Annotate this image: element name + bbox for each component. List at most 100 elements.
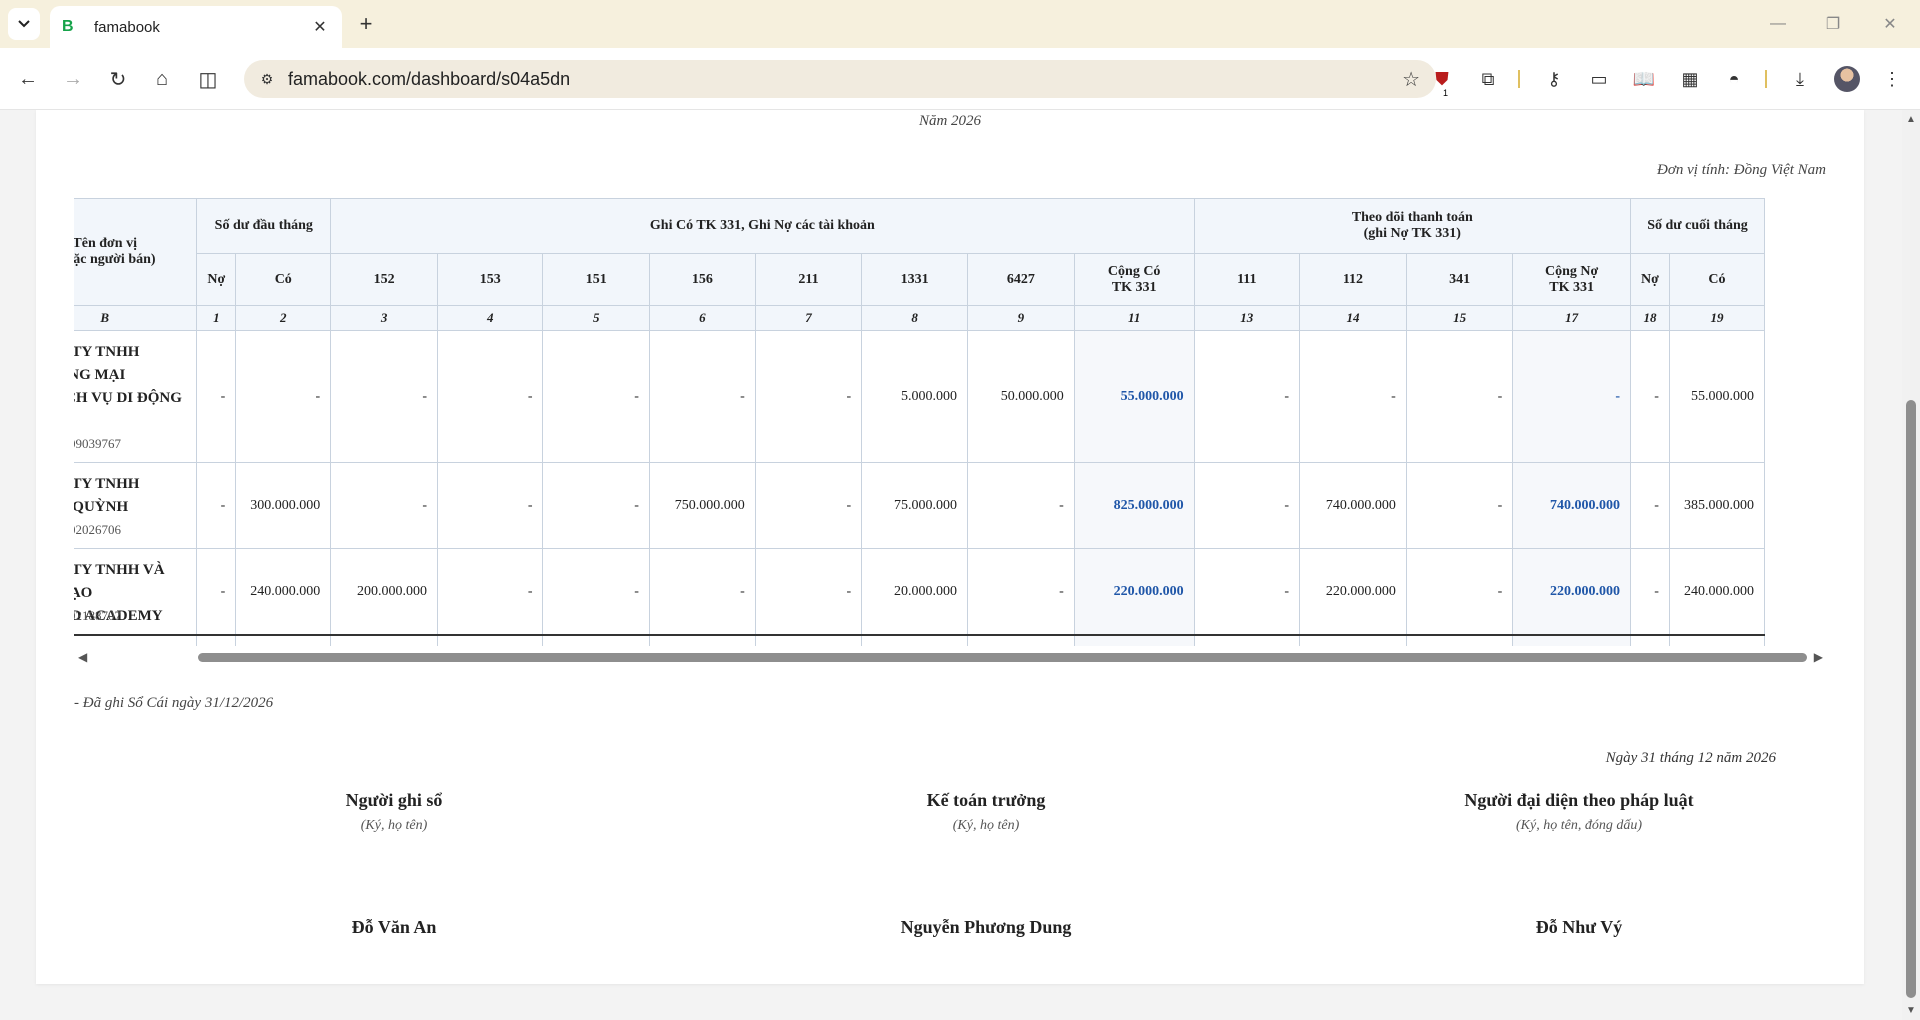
header-opening-balance: Số dư đầu tháng — [196, 198, 332, 254]
subheader-opening-no: Nợ — [196, 253, 237, 306]
minimize-window-icon[interactable]: — — [1758, 10, 1798, 38]
amount-cell: 240.000.000 — [1668, 548, 1766, 636]
column-index: 6 — [648, 305, 756, 331]
total-amount-cell: - — [1405, 634, 1514, 646]
amount-cell: - — [542, 462, 650, 549]
total-amount-cell: - — [437, 634, 544, 646]
amount-cell: - — [754, 330, 863, 463]
forward-arrow-icon[interactable]: → — [59, 65, 87, 93]
total-amount-cell: 1.100.000.000 — [1073, 634, 1195, 646]
amount-cell: 825.000.000 — [1073, 462, 1195, 549]
amount-cell: - — [542, 548, 650, 636]
scroll-down-arrow-icon[interactable]: ▼ — [1906, 1005, 1916, 1016]
total-amount-cell: 100.000.000 — [861, 634, 969, 646]
total-amount-cell: 680.000.000 — [1668, 634, 1766, 646]
reload-icon[interactable]: ↻ — [104, 65, 132, 93]
vertical-scroll-thumb[interactable] — [1906, 400, 1916, 998]
tab-layout-icon[interactable]: ▦ — [1676, 65, 1704, 93]
vertical-scrollbar[interactable]: ▲ ▼ — [1902, 110, 1920, 1020]
subheader-closing-no: Nợ — [1630, 253, 1670, 306]
horizontal-scroll-thumb[interactable] — [198, 653, 1807, 662]
subheader-credit-total: Cộng Có TK 331 — [1073, 253, 1195, 306]
table-row[interactable]: CÔNG TY TNHH THƯƠNG MẠI VÀ DỊCH VỤ DI ĐỘN… — [74, 330, 1766, 463]
scroll-up-arrow-icon[interactable]: ▲ — [1906, 114, 1916, 125]
amount-cell: - — [1405, 330, 1514, 463]
amount-cell: 385.000.000 — [1668, 462, 1766, 549]
profile-avatar[interactable] — [1834, 66, 1860, 92]
browser-tab[interactable]: B famabook ✕ — [50, 6, 342, 48]
index-row: B 1 2 3 4 5 6 7 8 9 11 13 14 15 17 18 19 — [74, 305, 1766, 331]
incognito-icon[interactable]: ◓ — [1720, 65, 1748, 93]
amount-cell: - — [196, 330, 237, 463]
reading-mode-icon[interactable]: 📖 — [1630, 65, 1658, 93]
subheader-payment-total: Cộng Nợ TK 331 — [1512, 253, 1632, 306]
menu-kebab-icon[interactable]: ⋮ — [1878, 65, 1906, 93]
payment-card-icon[interactable]: ▭ — [1585, 65, 1613, 93]
total-amount-cell: 750.000.000 — [648, 634, 756, 646]
total-amount-cell: 960.000.000 — [1299, 634, 1407, 646]
site-favicon-icon: B — [62, 18, 74, 35]
amount-cell: - — [330, 330, 439, 463]
total-amount-cell: - — [754, 634, 863, 646]
header-unit-name: Tên đơn vị (hoặc người bán) — [74, 198, 198, 306]
supplier-tax-code: MST: 4202026706 — [74, 522, 121, 537]
total-amount-cell: 200.000.000 — [330, 634, 439, 646]
amount-cell: 220.000.000 — [1073, 548, 1195, 636]
close-tab-icon[interactable]: ✕ — [310, 17, 330, 37]
amount-cell: - — [1193, 330, 1301, 463]
scroll-left-arrow-icon[interactable]: ◀ — [78, 650, 87, 665]
signer-name-legal-rep: Đỗ Như Vý — [1535, 917, 1623, 937]
total-amount-cell: 540.000.000 — [235, 634, 332, 646]
amount-cell: 5.000.000 — [861, 330, 969, 463]
close-window-icon[interactable]: ✕ — [1870, 10, 1910, 38]
signer-title-chief-accountant: Kế toán trưởng — [926, 790, 1046, 810]
toolbar-separator — [1518, 70, 1520, 88]
back-arrow-icon[interactable]: ← — [14, 65, 42, 93]
table-row[interactable]: CÔNG TY TNHH VÀ ĐÀO TẠOWORLD ACADEMYMST:… — [74, 548, 1766, 636]
split-view-icon[interactable]: ◫ — [194, 65, 222, 93]
restore-window-icon[interactable]: ❐ — [1813, 10, 1853, 38]
amount-cell: - — [1630, 548, 1670, 636]
download-icon[interactable]: ⤓ — [1786, 65, 1814, 93]
amount-cell: - — [1193, 548, 1301, 636]
scroll-right-arrow-icon[interactable]: ▶ — [1814, 650, 1823, 665]
amount-cell: - — [648, 330, 756, 463]
extensions-puzzle-icon[interactable]: ⧉ — [1474, 65, 1502, 93]
supplier-ledger-table: Tên đơn vị (hoặc người bán) Số dư đầu th… — [74, 198, 1766, 646]
amount-cell: - — [1193, 462, 1301, 549]
tab-search-button[interactable] — [8, 8, 40, 40]
amount-cell: - — [1405, 548, 1514, 636]
amount-cell: 200.000.000 — [330, 548, 439, 636]
table-row[interactable]: CÔNG TY TNHH TMDV QUỲNHPHÁTMST: 42020267… — [74, 462, 1766, 549]
subheader-payment-account: 112 — [1299, 253, 1407, 306]
new-tab-button[interactable]: + — [352, 10, 380, 38]
signer-name-chief-accountant: Nguyễn Phương Dung — [900, 917, 1072, 937]
password-key-icon[interactable]: ⚷ — [1540, 65, 1568, 93]
url-text[interactable]: famabook.com/dashboard/s04a5dn — [288, 69, 570, 90]
total-amount-cell: 50.000.000 — [967, 634, 1075, 646]
column-index: 2 — [235, 305, 332, 331]
bookmark-star-icon[interactable]: ☆ — [1402, 67, 1420, 92]
ledger-body: CÔNG TY TNHH THƯƠNG MẠI VÀ DỊCH VỤ DI ĐỘN… — [74, 330, 1766, 646]
ledger-table-scroll[interactable]: Tên đơn vị (hoặc người bán) Số dư đầu th… — [74, 198, 1827, 646]
column-index: 14 — [1299, 305, 1407, 331]
site-info-icon[interactable]: ⚙ — [256, 68, 278, 90]
column-index: 4 — [437, 305, 544, 331]
signer-title-legal-rep: Người đại diện theo pháp luật — [1464, 790, 1694, 810]
amount-cell: - — [542, 330, 650, 463]
tab-title: famabook — [94, 18, 160, 36]
amount-cell: 740.000.000 — [1299, 462, 1407, 549]
subheader-account: 156 — [648, 253, 756, 306]
total-amount-cell: - — [1630, 634, 1670, 646]
header-closing-balance: Số dư cuối tháng — [1630, 198, 1765, 254]
amount-cell: 750.000.000 — [648, 462, 756, 549]
column-index: B — [74, 305, 198, 331]
horizontal-scrollbar[interactable]: ◀ ▶ — [74, 648, 1827, 666]
browser-toolbar: ← → ↻ ⌂ ◫ ⚙ famabook.com/dashboard/s04a5… — [0, 48, 1920, 110]
address-bar[interactable]: ⚙ famabook.com/dashboard/s04a5dn ☆ — [244, 60, 1436, 98]
subheader-closing-co: Có — [1668, 253, 1766, 306]
shield-extension-icon[interactable]: ⛊ — [1428, 65, 1456, 93]
signer-sub-recorder: (Ký, họ tên) — [360, 818, 428, 833]
home-icon[interactable]: ⌂ — [148, 65, 176, 93]
ledger-note: - Đã ghi Sổ Cái ngày 31/12/2026 — [74, 695, 274, 711]
